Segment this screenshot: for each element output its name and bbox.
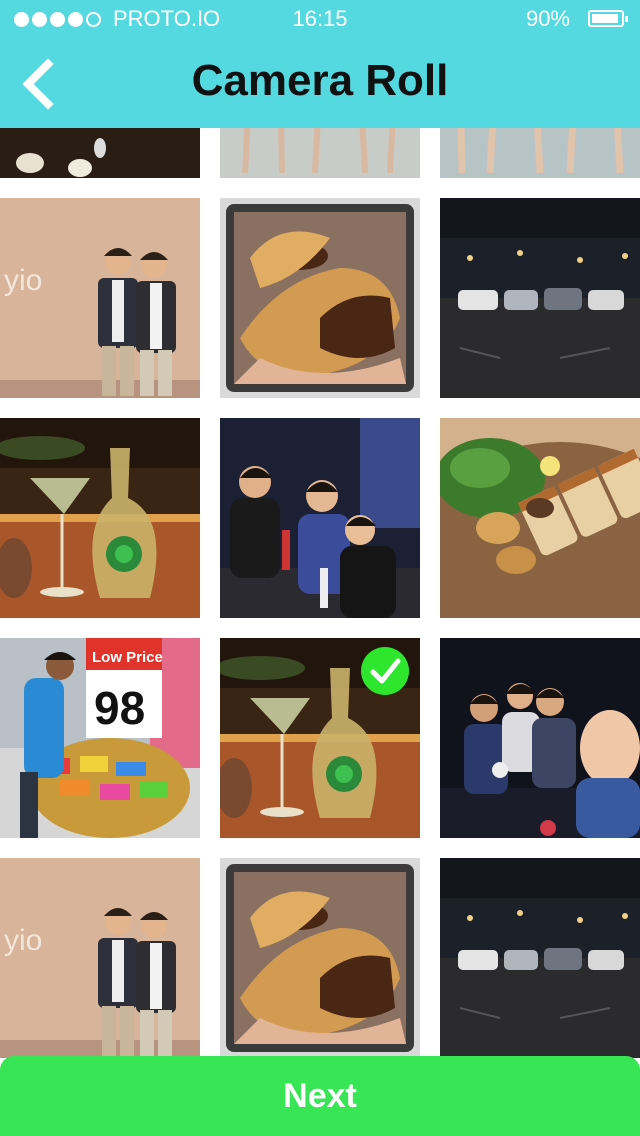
price-sign-value: 98	[94, 682, 145, 734]
photo-thumbnail[interactable]	[440, 858, 640, 1058]
photo-thumbnail[interactable]	[220, 638, 420, 838]
photo-thumbnail[interactable]	[220, 198, 420, 398]
banner-logo-text: yio	[4, 924, 42, 957]
page-title: Camera Roll	[191, 56, 449, 105]
photo-thumbnail[interactable]	[220, 418, 420, 618]
photo-thumbnail[interactable]	[440, 418, 640, 618]
selected-checkmark-icon	[361, 647, 409, 695]
navigation-header: PROTO.IO 16:15 90% Camera Roll	[0, 0, 640, 128]
photo-thumbnail[interactable]: Low Price 98	[0, 638, 200, 838]
photo-thumbnail[interactable]	[440, 198, 640, 398]
photo-grid: yio Low Price 98 yio	[0, 0, 640, 1136]
photo-thumbnail[interactable]: yio	[0, 198, 200, 398]
battery-icon	[588, 10, 628, 27]
photo-thumbnail[interactable]	[0, 418, 200, 618]
next-button[interactable]: Next	[0, 1056, 640, 1136]
battery-percentage: 90%	[525, 6, 570, 31]
photo-thumbnail[interactable]	[220, 858, 420, 1058]
photo-thumbnail[interactable]: yio	[0, 858, 200, 1058]
banner-logo-text: yio	[4, 264, 42, 297]
price-sign-title: Low Price	[92, 649, 163, 666]
status-bar: PROTO.IO 16:15 90%	[0, 0, 640, 40]
photo-thumbnail[interactable]	[440, 638, 640, 838]
